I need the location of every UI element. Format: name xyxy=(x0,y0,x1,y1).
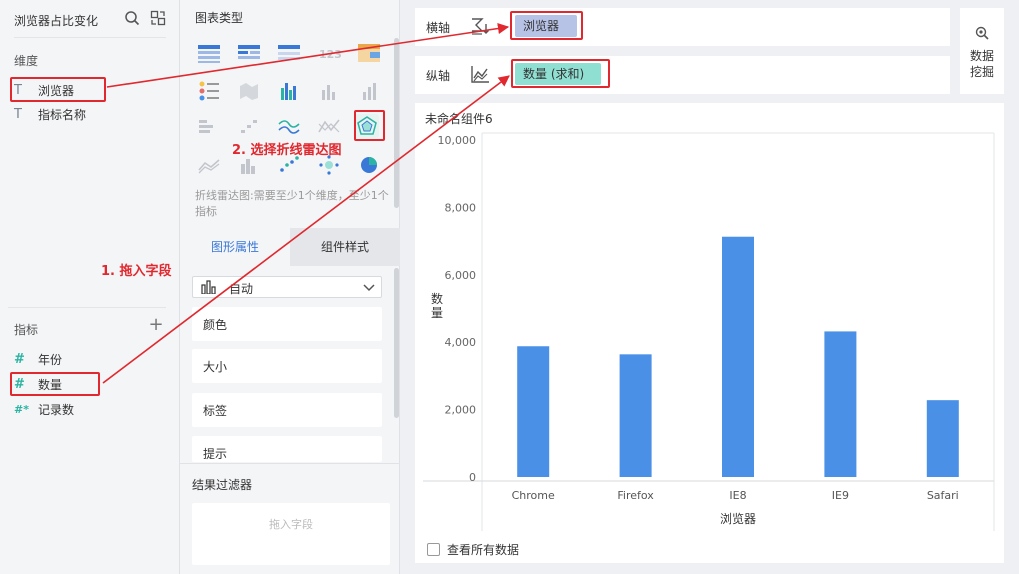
bar-firefox xyxy=(619,354,652,477)
field-name: 年份 xyxy=(38,352,63,367)
table-chart-icon[interactable] xyxy=(197,42,221,64)
add-measure-button[interactable]: + xyxy=(148,316,164,334)
annotation-box-dimension xyxy=(10,77,106,102)
property-label-setting[interactable]: 标签 xyxy=(192,393,382,427)
annotation-box-chart-type xyxy=(354,110,385,141)
data-mining-label: 数据 挖掘 xyxy=(966,48,998,80)
mark-type-select[interactable]: 自动 xyxy=(192,276,382,298)
cross-table-icon[interactable] xyxy=(237,42,261,64)
x-tick-label: IE8 xyxy=(729,489,746,502)
bar-chart-icon[interactable] xyxy=(317,80,341,102)
annotation-step1: 1. 拖入字段 xyxy=(101,264,172,279)
chart-card: 未命名组件6 0 2,000 4,000 6,000 8,000 10,000 数量 Chro… xyxy=(415,103,1004,563)
number-type-icon: #* xyxy=(14,402,29,416)
y-axis-title: 数量 xyxy=(431,291,443,320)
y-axis-shelf[interactable]: 纵轴 数量 (求和) xyxy=(415,56,950,94)
x-tick-label: Chrome xyxy=(512,489,555,502)
dropzone-placeholder: 拖入字段 xyxy=(269,518,313,531)
mining-line1: 数据 xyxy=(969,49,994,63)
line-chart-icon[interactable] xyxy=(277,116,301,138)
bar-ie8 xyxy=(722,236,754,477)
dimension-field-indicator-name[interactable]: T 指标名称 xyxy=(14,104,174,124)
chart-types-scrollbar[interactable] xyxy=(394,38,399,208)
property-label: 提示 xyxy=(203,447,228,461)
pie-chart-icon[interactable] xyxy=(357,154,381,176)
property-color[interactable]: 颜色 xyxy=(192,307,382,341)
show-all-checkbox[interactable] xyxy=(427,543,440,556)
legend-list-icon[interactable] xyxy=(197,80,221,102)
area-chart-icon[interactable] xyxy=(197,154,221,176)
field-name: 指标名称 xyxy=(38,107,87,122)
search-icon[interactable] xyxy=(124,10,140,26)
text-type-icon: T xyxy=(14,106,22,122)
property-label: 大小 xyxy=(203,360,228,374)
kpi-number-icon[interactable]: 123 xyxy=(317,42,341,64)
switch-dataset-icon[interactable] xyxy=(150,10,166,26)
number-type-icon: # xyxy=(14,351,25,367)
mark-type-value: 自动 xyxy=(229,282,254,296)
annotation-box-x-axis xyxy=(510,11,583,40)
y-tick-label: 6,000 xyxy=(445,269,477,282)
sort-axis-icon[interactable] xyxy=(470,16,490,36)
tab-component-style[interactable]: 组件样式 xyxy=(290,228,400,266)
measure-field-year[interactable]: # 年份 xyxy=(14,349,174,369)
measure-field-record-count[interactable]: #* 记录数 xyxy=(14,399,174,419)
x-tick-label: IE9 xyxy=(832,489,849,502)
property-size[interactable]: 大小 xyxy=(192,349,382,383)
stacked-bar-icon[interactable] xyxy=(197,116,221,138)
bar-chart: 0 2,000 4,000 6,000 8,000 10,000 数量 Chrome Firef… xyxy=(423,132,995,531)
tab-graphic-properties[interactable]: 图形属性 xyxy=(180,228,290,266)
chart-types-title: 图表类型 xyxy=(195,11,244,25)
measure-section-label: 指标 xyxy=(14,323,39,337)
properties-scrollbar[interactable] xyxy=(394,268,399,418)
property-tooltip[interactable]: 提示 xyxy=(192,436,382,462)
show-all-label: 查看所有数据 xyxy=(447,543,520,557)
result-filter-dropzone[interactable]: 拖入字段 xyxy=(192,503,390,565)
bar-mark-icon xyxy=(201,280,216,294)
property-label: 标签 xyxy=(203,404,228,418)
x-tick-label: Firefox xyxy=(617,489,654,502)
column-chart-icon[interactable] xyxy=(357,80,381,102)
x-axis-shelf[interactable]: 横轴 浏览器 xyxy=(415,8,950,46)
chart-config-panel: 图表类型 123 折线雷达图:需要至少1个维度，至少1个指标 图形属性 组件样式… xyxy=(180,0,400,574)
heat-table-icon[interactable] xyxy=(357,42,381,64)
y-tick-label: 2,000 xyxy=(445,404,477,417)
bar-chrome xyxy=(517,346,550,477)
y-tick-label: 10,000 xyxy=(438,134,477,147)
scatter-icon[interactable] xyxy=(237,116,261,138)
property-tabs: 图形属性 组件样式 xyxy=(180,228,400,266)
line-axis-icon[interactable] xyxy=(470,64,490,84)
grouped-bar-icon[interactable] xyxy=(277,80,301,102)
section-divider xyxy=(8,307,166,308)
data-mining-icon xyxy=(975,26,989,40)
chart-type-description: 折线雷达图:需要至少1个维度，至少1个指标 xyxy=(195,189,389,218)
section-divider xyxy=(180,463,400,464)
x-tick-label: Safari xyxy=(927,489,959,502)
detail-table-icon[interactable] xyxy=(277,42,301,64)
result-filter-title: 结果过滤器 xyxy=(192,478,253,492)
y-tick-label: 8,000 xyxy=(445,201,477,214)
x-axis-title: 浏览器 xyxy=(720,511,756,526)
show-all-data-toggle[interactable]: 查看所有数据 xyxy=(427,541,519,558)
bar-safari xyxy=(926,400,959,477)
chevron-down-icon xyxy=(363,284,375,292)
polyline-icon[interactable] xyxy=(317,116,341,138)
y-tick-label: 0 xyxy=(469,471,476,484)
dataset-title: 浏览器占比变化 xyxy=(14,14,99,28)
property-label: 颜色 xyxy=(203,318,228,332)
annotation-box-measure xyxy=(10,372,100,396)
x-axis-label: 横轴 xyxy=(426,21,451,35)
mining-line2: 挖掘 xyxy=(969,65,994,79)
data-mining-button[interactable]: 数据 挖掘 xyxy=(960,8,1004,94)
dimension-section-label: 维度 xyxy=(14,54,39,68)
annotation-step2: 2. 选择折线雷达图 xyxy=(232,143,342,158)
y-axis-label: 纵轴 xyxy=(426,69,451,83)
bar-ie9 xyxy=(824,331,857,477)
svg-text:123: 123 xyxy=(319,48,341,61)
y-tick-label: 4,000 xyxy=(445,336,477,349)
dataset-header: 浏览器占比变化 xyxy=(14,10,166,38)
map-chart-icon[interactable] xyxy=(237,80,261,102)
field-name: 记录数 xyxy=(38,402,75,417)
annotation-box-y-axis xyxy=(511,59,610,88)
